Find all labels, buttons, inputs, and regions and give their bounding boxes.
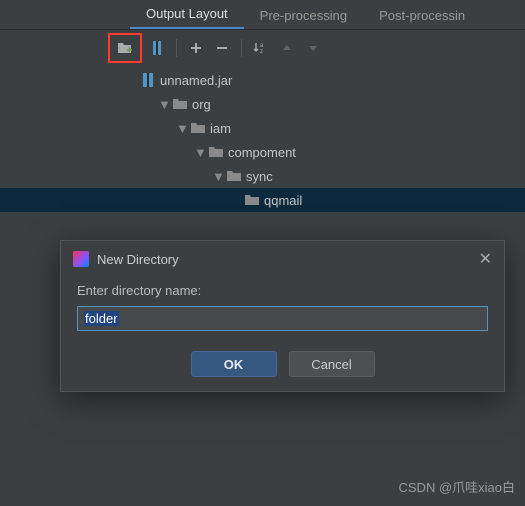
tree-node-jar[interactable]: unnamed.jar bbox=[140, 68, 525, 92]
dialog-titlebar: New Directory ✕ bbox=[61, 241, 504, 277]
expand-arrow-icon[interactable]: ▼ bbox=[212, 169, 222, 184]
sort-az-icon[interactable]: az bbox=[250, 37, 272, 59]
jar-icon bbox=[140, 72, 156, 88]
watermark: CSDN @爪哇xiao白 bbox=[399, 477, 516, 496]
expand-arrow-icon[interactable]: ▼ bbox=[176, 121, 186, 136]
tab-pre-processing[interactable]: Pre-processing bbox=[244, 2, 363, 29]
tree-label: iam bbox=[210, 121, 231, 136]
output-toolbar: az bbox=[0, 30, 525, 66]
tree-node[interactable]: ▼ sync bbox=[140, 164, 525, 188]
move-down-icon[interactable] bbox=[302, 37, 324, 59]
tree-label: org bbox=[192, 97, 211, 112]
tree-label: qqmail bbox=[264, 193, 302, 208]
tree-node[interactable]: ▼ org bbox=[140, 92, 525, 116]
tree-row-selected[interactable]: qqmail bbox=[0, 188, 525, 212]
dialog-title: New Directory bbox=[97, 252, 179, 267]
input-selected-text: folder bbox=[84, 311, 119, 326]
tree-node[interactable]: ▼ compoment bbox=[140, 140, 525, 164]
add-icon[interactable] bbox=[185, 37, 207, 59]
folder-icon bbox=[190, 120, 206, 136]
new-directory-dialog: New Directory ✕ Enter directory name: fo… bbox=[60, 240, 505, 392]
expand-arrow-icon[interactable]: ▼ bbox=[158, 97, 168, 112]
folder-icon bbox=[244, 192, 260, 208]
tab-post-processing[interactable]: Post-processin bbox=[363, 2, 481, 29]
tree-label: compoment bbox=[228, 145, 296, 160]
remove-icon[interactable] bbox=[211, 37, 233, 59]
new-archive-icon[interactable] bbox=[146, 37, 168, 59]
intellij-icon bbox=[73, 251, 89, 267]
folder-icon bbox=[172, 96, 188, 112]
separator bbox=[241, 39, 242, 57]
tree-node[interactable]: ▼ iam bbox=[140, 116, 525, 140]
folder-icon bbox=[208, 144, 224, 160]
separator bbox=[176, 39, 177, 57]
folder-icon bbox=[226, 168, 242, 184]
dialog-prompt: Enter directory name: bbox=[77, 283, 488, 298]
cancel-button[interactable]: Cancel bbox=[289, 351, 375, 377]
tab-output-layout[interactable]: Output Layout bbox=[130, 0, 244, 29]
move-up-icon[interactable] bbox=[276, 37, 298, 59]
svg-text:z: z bbox=[260, 49, 263, 55]
highlight-create-directory bbox=[108, 33, 142, 63]
tree-label: unnamed.jar bbox=[160, 73, 232, 88]
ok-button[interactable]: OK bbox=[191, 351, 277, 377]
output-tree: unnamed.jar ▼ org ▼ iam ▼ compoment ▼ sy… bbox=[0, 66, 525, 212]
tree-label: sync bbox=[246, 169, 273, 184]
new-directory-button[interactable] bbox=[114, 37, 136, 59]
close-icon[interactable]: ✕ bbox=[479, 249, 492, 269]
artifact-tabs: Output Layout Pre-processing Post-proces… bbox=[0, 0, 525, 30]
directory-name-input[interactable]: folder bbox=[77, 306, 488, 331]
expand-arrow-icon[interactable]: ▼ bbox=[194, 145, 204, 160]
